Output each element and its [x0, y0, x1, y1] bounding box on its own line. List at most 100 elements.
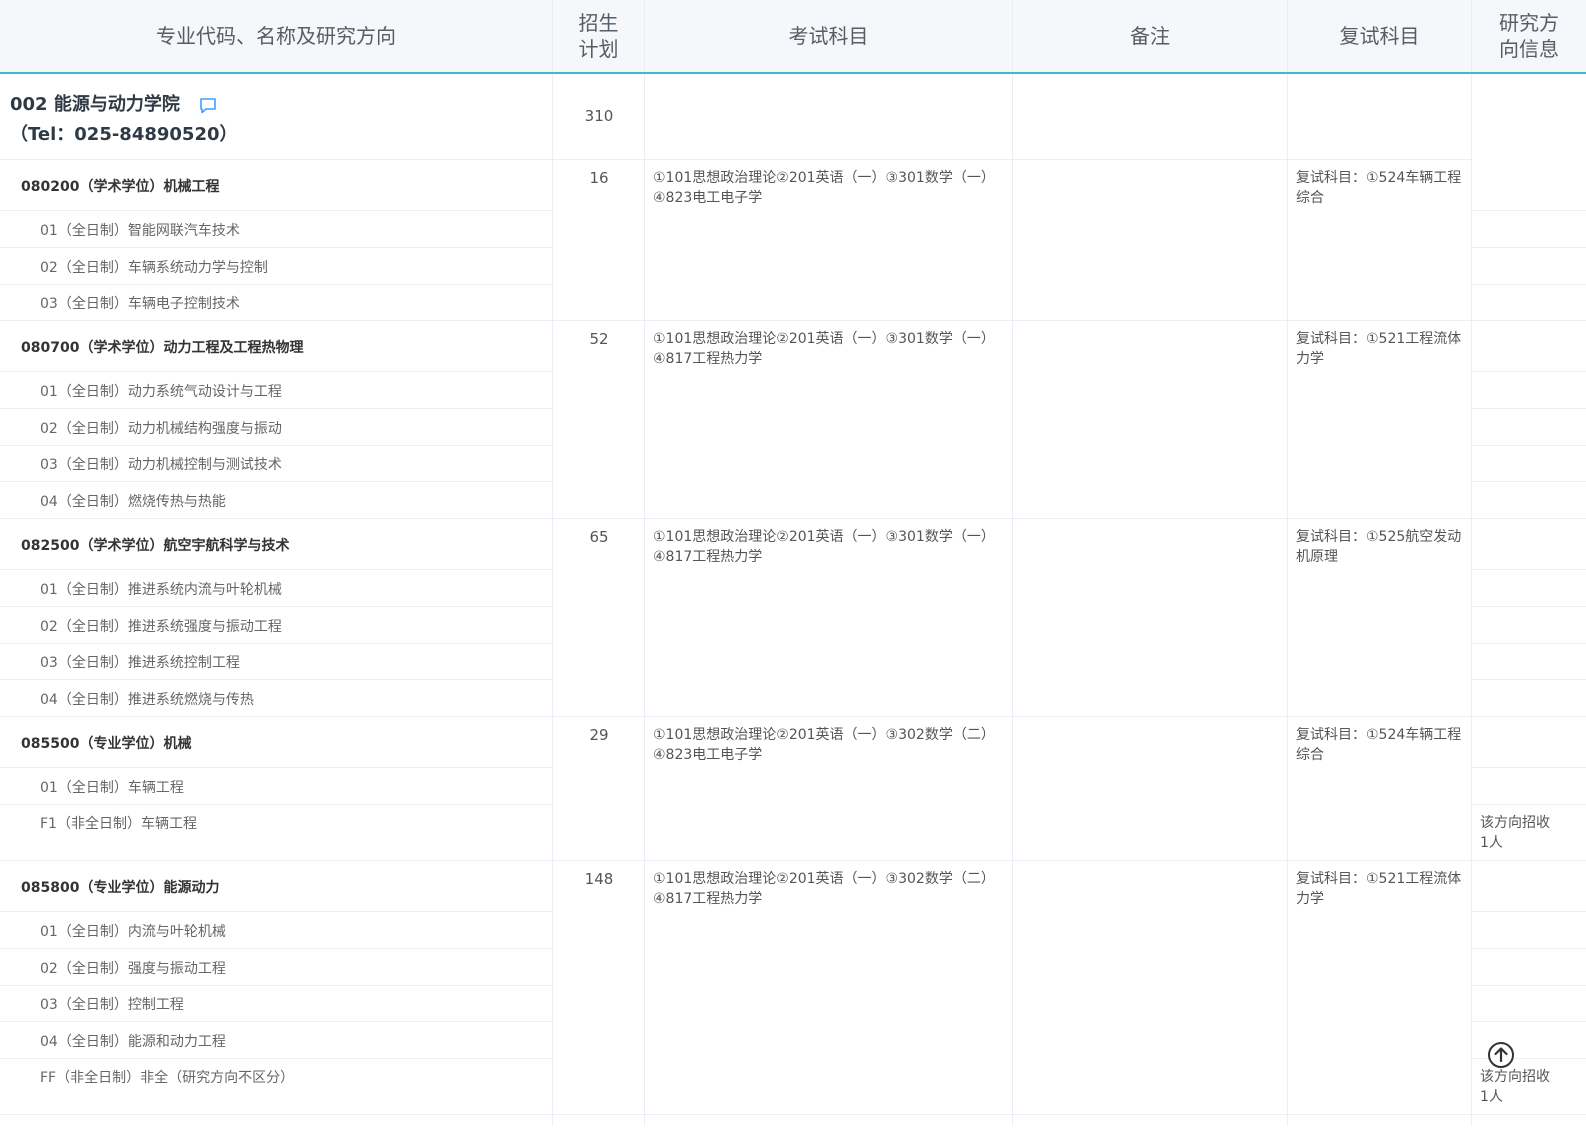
row-divider	[0, 679, 553, 680]
row-divider	[1472, 911, 1586, 912]
major-plan: 29	[589, 726, 609, 744]
major-plan: 148	[584, 870, 614, 888]
exam-subjects: ①101思想政治理论②201英语（一）③301数学（一） ④817工程热力学	[653, 527, 995, 567]
row-divider	[1472, 606, 1586, 607]
retest-line: 复试科目：①521工程流体	[1296, 871, 1462, 887]
info-line: 该方向招收	[1480, 815, 1550, 831]
exam-subjects: ①101思想政治理论②201英语（一）③302数学（二） ④817工程热力学	[653, 869, 995, 909]
direction-item: 01（全日制）车辆工程	[40, 780, 184, 796]
retest-subjects: 复试科目：①524车辆工程 综合	[1296, 168, 1461, 208]
direction-item: 04（全日制）燃烧传热与热能	[40, 494, 226, 510]
row-divider	[0, 371, 553, 372]
chat-bubble-icon[interactable]	[199, 97, 217, 115]
direction-item: 01（全日制）智能网联汽车技术	[40, 223, 240, 239]
row-divider	[1472, 284, 1586, 285]
direction-item: FF（非全日制）非全（研究方向不区分）	[40, 1070, 295, 1086]
exam-line: ④823电工电子学	[653, 747, 763, 763]
major-plan: 65	[589, 528, 609, 546]
row-divider	[1472, 804, 1586, 805]
major-title: 085800（专业学位）能源动力	[21, 880, 220, 896]
row-divider	[0, 860, 1586, 861]
direction-item: 01（全日制）内流与叶轮机械	[40, 924, 226, 940]
exam-line: ④817工程热力学	[653, 891, 763, 907]
table-bottom-border	[0, 1114, 1586, 1115]
header-major: 专业代码、名称及研究方向	[0, 0, 553, 72]
college-title: 002 能源与动力学院	[10, 90, 217, 116]
direction-item: 03（全日制）推进系统控制工程	[40, 655, 240, 671]
retest-line: 力学	[1296, 891, 1324, 907]
row-divider	[0, 804, 553, 805]
row-divider	[1472, 1021, 1586, 1022]
direction-item: 02（全日制）强度与振动工程	[40, 961, 226, 977]
direction-item: 02（全日制）车辆系统动力学与控制	[40, 260, 268, 276]
direction-info: 该方向招收 1人	[1480, 813, 1550, 853]
header-plan-line1: 招生	[578, 11, 619, 35]
direction-item: 03（全日制）车辆电子控制技术	[40, 296, 240, 312]
retest-subjects: 复试科目：①524车辆工程 综合	[1296, 725, 1461, 765]
row-divider	[0, 985, 553, 986]
info-line: 1人	[1480, 835, 1503, 851]
exam-line: ①101思想政治理论②201英语（一）③301数学（一）	[653, 331, 995, 347]
row-divider	[0, 569, 553, 570]
major-title: 085500（专业学位）机械	[21, 736, 192, 752]
major-title: 080200（学术学位）机械工程	[21, 179, 220, 195]
row-divider	[1472, 371, 1586, 372]
exam-subjects: ①101思想政治理论②201英语（一）③301数学（一） ④817工程热力学	[653, 329, 995, 369]
direction-item: 03（全日制）动力机械控制与测试技术	[40, 457, 282, 473]
row-divider	[0, 643, 553, 644]
row-divider	[1472, 210, 1586, 211]
info-line: 1人	[1480, 1089, 1503, 1105]
row-divider	[0, 716, 1586, 717]
major-plan: 52	[589, 330, 609, 348]
header-exam: 考试科目	[645, 0, 1013, 72]
retest-subjects: 复试科目：①521工程流体 力学	[1296, 329, 1461, 369]
retest-line: 综合	[1296, 190, 1324, 206]
major-title: 080700（学术学位）动力工程及工程热物理	[21, 340, 304, 356]
row-divider	[0, 159, 1472, 160]
exam-line: ④817工程热力学	[653, 351, 763, 367]
direction-info: 该方向招收 1人	[1480, 1067, 1550, 1107]
row-divider	[0, 767, 553, 768]
retest-line: 机原理	[1296, 549, 1338, 565]
retest-line: 复试科目：①525航空发动	[1296, 529, 1462, 545]
direction-item: 01（全日制）动力系统气动设计与工程	[40, 384, 282, 400]
row-divider	[0, 481, 553, 482]
direction-item: 04（全日制）能源和动力工程	[40, 1034, 226, 1050]
row-divider	[0, 320, 1586, 321]
exam-line: ①101思想政治理论②201英语（一）③302数学（二）	[653, 871, 995, 887]
exam-line: ④823电工电子学	[653, 190, 763, 206]
header-plan: 招生 计划	[553, 0, 645, 72]
row-divider	[1472, 445, 1586, 446]
retest-line: 复试科目：①521工程流体	[1296, 331, 1462, 347]
direction-item: 02（全日制）推进系统强度与振动工程	[40, 619, 282, 635]
retest-subjects: 复试科目：①521工程流体 力学	[1296, 869, 1461, 909]
row-divider	[0, 284, 553, 285]
row-divider	[1472, 408, 1586, 409]
info-line: 该方向招收	[1480, 1069, 1550, 1085]
column-info	[1472, 0, 1586, 1126]
row-divider	[0, 911, 553, 912]
header-info-line1: 研究方	[1499, 11, 1559, 35]
table-header: 专业代码、名称及研究方向 招生 计划 考试科目 备注 复试科目 研究方 向信息	[0, 0, 1586, 74]
exam-line: ①101思想政治理论②201英语（一）③302数学（二）	[653, 727, 995, 743]
direction-item: 01（全日制）推进系统内流与叶轮机械	[40, 582, 282, 598]
exam-subjects: ①101思想政治理论②201英语（一）③302数学（二） ④823电工电子学	[653, 725, 995, 765]
row-divider	[0, 408, 553, 409]
row-divider	[0, 210, 553, 211]
row-divider	[0, 518, 1586, 519]
row-divider	[1472, 767, 1586, 768]
exam-line: ①101思想政治理论②201英语（一）③301数学（一）	[653, 529, 995, 545]
major-title: 082500（学术学位）航空宇航科学与技术	[21, 538, 290, 554]
direction-item: 03（全日制）控制工程	[40, 997, 184, 1013]
header-plan-line2: 计划	[578, 37, 619, 61]
retest-line: 综合	[1296, 747, 1324, 763]
retest-subjects: 复试科目：①525航空发动 机原理	[1296, 527, 1461, 567]
retest-line: 力学	[1296, 351, 1324, 367]
major-plan: 16	[589, 169, 609, 187]
exam-line: ④817工程热力学	[653, 549, 763, 565]
arrow-up-circle-icon[interactable]	[1487, 1041, 1515, 1069]
exam-line: ①101思想政治理论②201英语（一）③301数学（一）	[653, 170, 995, 186]
college-tel: （Tel：025-84890520）	[10, 124, 238, 145]
college-plan: 310	[584, 107, 614, 125]
header-info: 研究方 向信息	[1472, 0, 1586, 72]
